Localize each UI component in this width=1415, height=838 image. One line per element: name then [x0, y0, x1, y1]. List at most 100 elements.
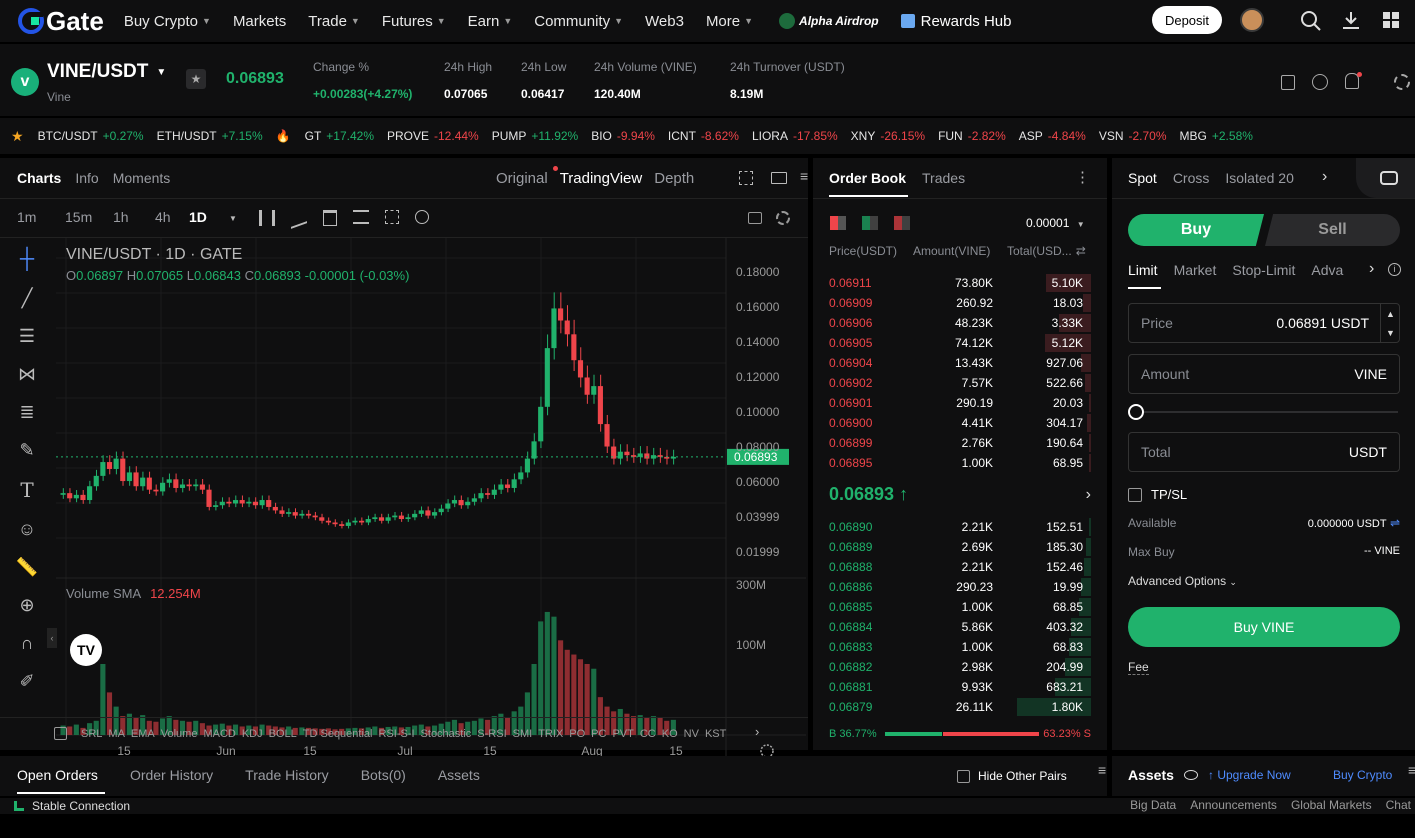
- favorite-star-icon[interactable]: ★: [186, 69, 206, 89]
- mode-cross[interactable]: Cross: [1173, 170, 1210, 186]
- mid-price-row[interactable]: 0.06893 ↑ ›: [829, 484, 1091, 505]
- indicator-volume[interactable]: Volume: [161, 728, 198, 740]
- interval-caret[interactable]: ▼: [229, 214, 237, 223]
- both-view-icon[interactable]: [830, 216, 846, 230]
- nav-futures[interactable]: Futures ▼: [382, 13, 446, 30]
- view-original[interactable]: Original: [496, 170, 548, 187]
- indicator-td-sequential[interactable]: TD Sequential: [303, 728, 373, 740]
- window-icon[interactable]: [771, 172, 787, 184]
- nav-more[interactable]: More ▼: [706, 13, 753, 30]
- tab-charts[interactable]: Charts: [17, 170, 61, 186]
- bid-row[interactable]: 0.06886 290.23 19.99: [813, 577, 1107, 597]
- rewards-hub-link[interactable]: Rewards Hub: [900, 13, 1011, 30]
- ticker-bio[interactable]: BIO -9.94%: [591, 129, 655, 143]
- price-chart[interactable]: 0.06893 0.18000 0.16000 0.14000 0.12000 0.100…: [56, 238, 806, 838]
- magnet-icon[interactable]: ∩: [21, 633, 34, 654]
- buy-tab[interactable]: Buy: [1128, 214, 1264, 246]
- list-icon[interactable]: [353, 210, 369, 224]
- ask-row[interactable]: 0.06906 48.23K 3.33K: [813, 313, 1107, 333]
- trendline-icon[interactable]: ╱: [22, 288, 33, 309]
- sell-tab[interactable]: Sell: [1265, 214, 1400, 246]
- info-icon[interactable]: i: [1388, 263, 1401, 276]
- slider-handle[interactable]: [1128, 404, 1144, 420]
- indicator-ko[interactable]: KO: [662, 728, 678, 740]
- footer-link-global-markets[interactable]: Global Markets: [1291, 798, 1372, 812]
- alpha-airdrop-link[interactable]: Alpha Airdrop: [779, 13, 879, 29]
- tab-open-orders[interactable]: Open Orders: [17, 767, 98, 783]
- bid-row[interactable]: 0.06888 2.21K 152.46: [813, 557, 1107, 577]
- trash-icon[interactable]: [323, 210, 337, 226]
- ticker-vsn[interactable]: VSN -2.70%: [1099, 129, 1167, 143]
- ticker-xny[interactable]: XNY -26.15%: [851, 129, 925, 143]
- indicator-icon[interactable]: [291, 207, 307, 229]
- camera-icon[interactable]: [748, 212, 762, 224]
- add-alert-icon[interactable]: [415, 210, 429, 224]
- amount-slider[interactable]: [1128, 404, 1400, 420]
- indicator-cc[interactable]: CC: [640, 728, 656, 740]
- pair-selector[interactable]: VINE/USDT ▼: [47, 61, 166, 83]
- mode-isolated-20[interactable]: Isolated 20: [1225, 170, 1294, 186]
- total-input[interactable]: Total USDT: [1128, 432, 1400, 472]
- indicator-kdj[interactable]: KDJ: [242, 728, 263, 740]
- swap-icon[interactable]: ⇄: [1076, 244, 1086, 258]
- hide-other-checkbox[interactable]: [957, 769, 970, 783]
- indicator-trix[interactable]: TRIX: [538, 728, 563, 740]
- apps-grid-icon[interactable]: [1382, 11, 1400, 29]
- price-down-icon[interactable]: ▼: [1386, 328, 1395, 338]
- order-type-chevron-icon[interactable]: ›: [1369, 260, 1374, 278]
- indicator-nv[interactable]: NV: [684, 728, 699, 740]
- pattern-icon[interactable]: ⋈: [18, 364, 36, 385]
- tab-order-history[interactable]: Order History: [130, 767, 213, 783]
- bid-row[interactable]: 0.06885 1.00K 68.85: [813, 597, 1107, 617]
- more-menu-icon[interactable]: ≡: [800, 168, 808, 184]
- chart-settings-icon[interactable]: [776, 211, 790, 225]
- ticker-gt[interactable]: GT +17.42%: [305, 129, 374, 143]
- price-up-icon[interactable]: ▲: [1386, 309, 1395, 319]
- indicator-macd[interactable]: MACD: [203, 728, 235, 740]
- ruler-icon[interactable]: 📏: [16, 557, 38, 578]
- ask-row[interactable]: 0.06904 13.43K 927.06: [813, 353, 1107, 373]
- indicator-s-rsi[interactable]: S-RSI: [477, 728, 506, 740]
- buy-crypto-link[interactable]: Buy Crypto: [1333, 768, 1392, 782]
- candle-type-icon[interactable]: [259, 210, 275, 226]
- zoom-in-icon[interactable]: ⊕: [19, 595, 34, 616]
- layout-grid-icon[interactable]: [385, 210, 399, 224]
- parallel-lines-icon[interactable]: ☰: [19, 326, 35, 347]
- ask-row[interactable]: 0.06909 260.92 18.03: [813, 293, 1107, 313]
- footer-link-chat[interactable]: Chat: [1386, 798, 1411, 812]
- order-type-market[interactable]: Market: [1174, 262, 1217, 278]
- fib-icon[interactable]: ≣: [19, 402, 34, 423]
- footer-link-big-data[interactable]: Big Data: [1130, 798, 1176, 812]
- transfer-icon[interactable]: ⇌: [1390, 516, 1400, 530]
- amount-input[interactable]: Amount VINE: [1128, 354, 1400, 394]
- eye-icon[interactable]: [1184, 770, 1198, 780]
- price-stepper[interactable]: ▲ ▼: [1380, 304, 1400, 342]
- nav-community[interactable]: Community ▼: [534, 13, 623, 30]
- ticker-liora[interactable]: LIORA -17.85%: [752, 129, 838, 143]
- tab-info[interactable]: Info: [75, 170, 98, 186]
- ob-more-icon[interactable]: ⋮: [1075, 168, 1090, 186]
- precision-select[interactable]: 0.00001 ▼: [1026, 216, 1085, 230]
- ask-row[interactable]: 0.06905 74.12K 5.12K: [813, 333, 1107, 353]
- order-type-limit[interactable]: Limit: [1128, 262, 1158, 278]
- order-type-stop-limit[interactable]: Stop-Limit: [1232, 262, 1295, 278]
- text-tool-icon[interactable]: T: [20, 478, 33, 502]
- nav-trade[interactable]: Trade ▼: [308, 13, 360, 30]
- nav-markets[interactable]: Markets: [233, 13, 286, 30]
- bid-row[interactable]: 0.06881 9.93K 683.21: [813, 677, 1107, 697]
- tpsl-toggle[interactable]: TP/SL: [1128, 487, 1187, 502]
- ask-row[interactable]: 0.06899 2.76K 190.64: [813, 433, 1107, 453]
- indicator-stochastic[interactable]: Stochastic: [421, 728, 472, 740]
- ticker-icnt[interactable]: ICNT -8.62%: [668, 129, 739, 143]
- lock-draw-icon[interactable]: ✐: [19, 671, 34, 692]
- ask-row[interactable]: 0.06901 290.19 20.03: [813, 393, 1107, 413]
- upgrade-link[interactable]: ↑ Upgrade Now: [1208, 768, 1291, 782]
- brush-icon[interactable]: ✎: [19, 440, 34, 461]
- bid-row[interactable]: 0.06879 26.11K 1.80K: [813, 697, 1107, 717]
- ticker-fun[interactable]: FUN -2.82%: [938, 129, 1006, 143]
- ask-row[interactable]: 0.06895 1.00K 68.95: [813, 453, 1107, 473]
- tpsl-checkbox[interactable]: [1128, 487, 1142, 502]
- bid-row[interactable]: 0.06890 2.21K 152.51: [813, 517, 1107, 537]
- avatar[interactable]: [1240, 8, 1264, 32]
- crosshair-icon[interactable]: ┼: [20, 248, 34, 271]
